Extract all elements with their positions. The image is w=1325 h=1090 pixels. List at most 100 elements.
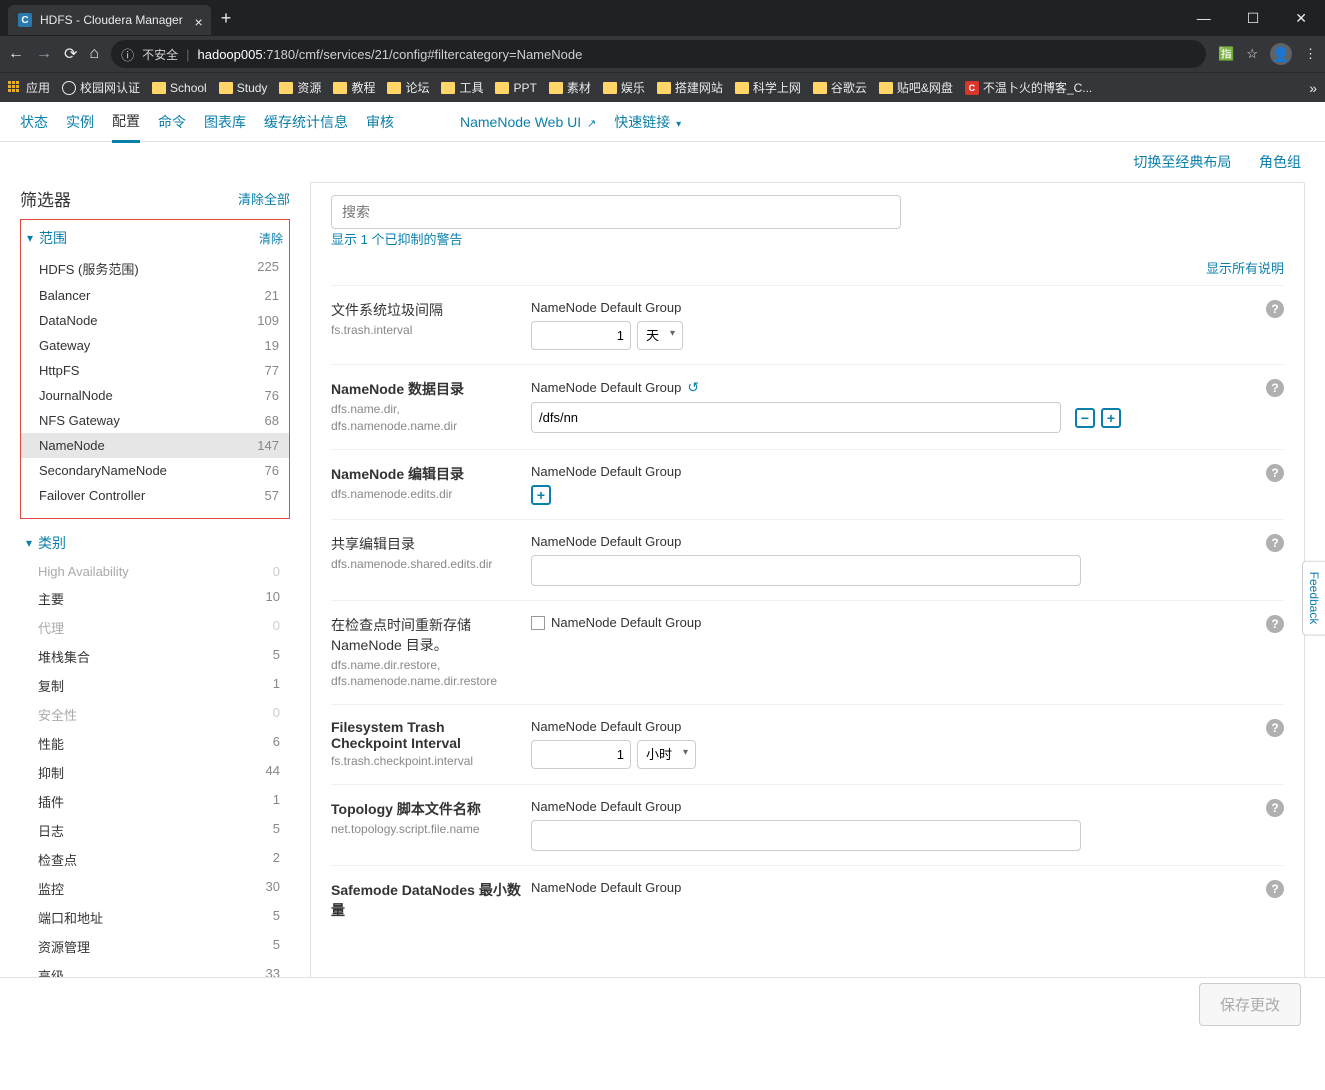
address-bar[interactable]: ⓘ 不安全 | hadoop005:7180/cmf/services/21/c… <box>111 40 1206 68</box>
scope-item[interactable]: HttpFS77 <box>21 358 289 383</box>
bookmark-folder[interactable]: 谷歌云 <box>813 79 867 96</box>
help-icon[interactable]: ? <box>1266 379 1284 397</box>
tab-commands[interactable]: 命令 <box>158 112 186 132</box>
back-button[interactable]: ← <box>8 45 24 63</box>
config-group-label: NameNode Default Group <box>531 880 1254 895</box>
show-all-descriptions-link[interactable]: 显示所有说明 <box>1206 261 1284 276</box>
revert-icon[interactable]: ↺ <box>687 379 699 396</box>
trash-unit-select[interactable]: 天 <box>637 321 683 350</box>
category-item[interactable]: 检查点2 <box>20 845 290 874</box>
scope-item-namenode[interactable]: NameNode147 <box>21 433 289 458</box>
scope-item[interactable]: JournalNode76 <box>21 383 289 408</box>
close-window-button[interactable]: ✕ <box>1285 6 1317 31</box>
namenode-web-ui-link[interactable]: NameNode Web UI ↗ <box>460 114 596 130</box>
category-item[interactable]: 抑制44 <box>20 758 290 787</box>
category-item[interactable]: 端口和地址5 <box>20 903 290 932</box>
category-item[interactable]: 主要10 <box>20 584 290 613</box>
category-item[interactable]: 代理0 <box>20 613 290 642</box>
new-tab-button[interactable]: + <box>221 8 232 29</box>
scope-clear-link[interactable]: 清除 <box>259 230 283 247</box>
bookmark-campus[interactable]: 校园网认证 <box>62 79 140 96</box>
info-icon[interactable]: ⓘ <box>121 45 134 64</box>
add-entry-button[interactable]: + <box>1101 408 1121 428</box>
category-item[interactable]: 资源管理5 <box>20 932 290 961</box>
bookmark-folder[interactable]: 科学上网 <box>735 79 801 96</box>
remove-entry-button[interactable]: − <box>1075 408 1095 428</box>
category-item[interactable]: 堆栈集合5 <box>20 642 290 671</box>
scope-item[interactable]: DataNode109 <box>21 308 289 333</box>
minimize-button[interactable]: — <box>1187 6 1221 31</box>
checkpoint-unit-select[interactable]: 小时 <box>637 740 696 769</box>
tab-config[interactable]: 配置 <box>112 111 140 143</box>
help-icon[interactable]: ? <box>1266 799 1284 817</box>
help-icon[interactable]: ? <box>1266 880 1284 898</box>
save-changes-button[interactable]: 保存更改 <box>1199 983 1301 1026</box>
category-item[interactable]: 日志5 <box>20 816 290 845</box>
apps-button[interactable]: 应用 <box>8 79 50 96</box>
tab-audit[interactable]: 审核 <box>366 112 394 132</box>
help-icon[interactable]: ? <box>1266 464 1284 482</box>
bookmark-site[interactable]: C不温卜火的博客_C... <box>965 79 1092 96</box>
tab-instances[interactable]: 实例 <box>66 112 94 132</box>
shared-edits-input[interactable] <box>531 555 1081 586</box>
config-row-safemode: Safemode DataNodes 最小数量 NameNode Default… <box>331 865 1284 936</box>
close-tab-icon[interactable]: × <box>195 14 203 30</box>
category-item[interactable]: 复制1 <box>20 671 290 700</box>
restore-checkbox-label[interactable]: NameNode Default Group <box>531 615 701 630</box>
switch-classic-link[interactable]: 切换至经典布局 <box>1133 154 1231 170</box>
home-button[interactable]: ⌂ <box>89 45 99 63</box>
scope-item[interactable]: HDFS (服务范围)225 <box>21 254 289 283</box>
checkpoint-interval-input[interactable] <box>531 740 631 769</box>
bookmark-folder[interactable]: 贴吧&网盘 <box>879 79 953 96</box>
topology-script-input[interactable] <box>531 820 1081 851</box>
feedback-tab[interactable]: Feedback <box>1302 561 1325 636</box>
help-icon[interactable]: ? <box>1266 719 1284 737</box>
category-item[interactable]: 性能6 <box>20 729 290 758</box>
role-groups-link[interactable]: 角色组 <box>1259 154 1301 170</box>
category-section-toggle[interactable]: ▾ 类别 <box>20 527 290 559</box>
quick-links-dropdown[interactable]: 快速链接 ▾ <box>614 112 681 132</box>
scope-item[interactable]: SecondaryNameNode76 <box>21 458 289 483</box>
bookmark-folder[interactable]: PPT <box>495 81 536 95</box>
help-icon[interactable]: ? <box>1266 615 1284 633</box>
category-item[interactable]: 安全性0 <box>20 700 290 729</box>
restore-checkbox[interactable] <box>531 616 545 630</box>
data-dir-input[interactable] <box>531 402 1061 433</box>
scope-item[interactable]: Balancer21 <box>21 283 289 308</box>
bookmark-folder[interactable]: Study <box>219 81 268 95</box>
translate-icon[interactable]: 🈯 <box>1218 46 1234 62</box>
scope-section-toggle[interactable]: ▾ 范围 清除 <box>21 222 289 254</box>
help-icon[interactable]: ? <box>1266 534 1284 552</box>
config-key: dfs.namenode.shared.edits.dir <box>331 556 521 573</box>
browser-tab[interactable]: C HDFS - Cloudera Manager × <box>8 5 211 35</box>
bookmark-star-icon[interactable]: ☆ <box>1246 46 1258 62</box>
trash-interval-input[interactable] <box>531 321 631 350</box>
profile-avatar[interactable]: 👤 <box>1270 43 1292 65</box>
scope-item[interactable]: Failover Controller57 <box>21 483 289 508</box>
bookmark-folder[interactable]: School <box>152 81 207 95</box>
tab-cache-stats[interactable]: 缓存统计信息 <box>264 112 348 132</box>
bookmark-folder[interactable]: 教程 <box>333 79 375 96</box>
bookmark-folder[interactable]: 搭建网站 <box>657 79 723 96</box>
help-icon[interactable]: ? <box>1266 300 1284 318</box>
bookmark-folder[interactable]: 资源 <box>279 79 321 96</box>
config-search-input[interactable] <box>331 195 901 229</box>
bookmark-folder[interactable]: 论坛 <box>387 79 429 96</box>
category-item[interactable]: 插件1 <box>20 787 290 816</box>
bookmark-folder[interactable]: 娱乐 <box>603 79 645 96</box>
category-item[interactable]: 监控30 <box>20 874 290 903</box>
suppressed-warnings-link[interactable]: 1 个已抑制的警告 <box>361 232 463 247</box>
browser-menu-icon[interactable]: ⋮ <box>1304 46 1317 62</box>
scope-item[interactable]: Gateway19 <box>21 333 289 358</box>
category-item[interactable]: High Availability0 <box>20 559 290 584</box>
tab-status[interactable]: 状态 <box>20 112 48 132</box>
scope-item[interactable]: NFS Gateway68 <box>21 408 289 433</box>
bookmark-folder[interactable]: 工具 <box>441 79 483 96</box>
reload-button[interactable]: ⟳ <box>64 44 77 64</box>
tab-charts[interactable]: 图表库 <box>204 112 246 132</box>
bookmark-folder[interactable]: 素材 <box>549 79 591 96</box>
clear-all-link[interactable]: 清除全部 <box>238 189 290 208</box>
add-entry-button[interactable]: + <box>531 485 551 505</box>
bookmark-overflow[interactable]: » <box>1309 80 1317 96</box>
maximize-button[interactable]: ☐ <box>1237 6 1270 31</box>
